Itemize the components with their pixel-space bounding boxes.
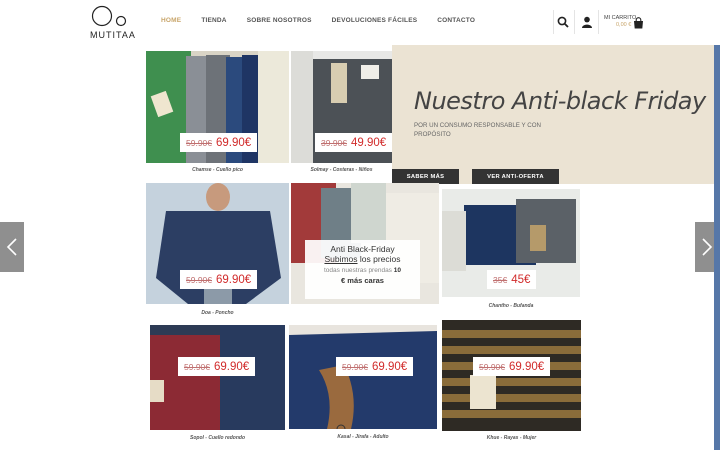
user-icon[interactable] <box>581 15 595 29</box>
product-tile-solmay[interactable]: 39.90€ 49.90€ Solmay - Costeras - Niños <box>291 51 392 179</box>
chevron-right-icon <box>702 238 713 256</box>
nav-item-sobre-nosotros[interactable]: SOBRE NOSOTROS <box>247 17 312 24</box>
promo-line-4: € más caras <box>341 276 384 285</box>
promo-line-2-underlined: Subimos <box>324 254 358 264</box>
product-caption[interactable]: Kasal - Jirafa - Adulto <box>289 434 437 440</box>
old-price: 59.90€ <box>342 361 368 372</box>
search-icon[interactable] <box>557 15 571 29</box>
product-caption[interactable]: Sopol - Cuello redondo <box>150 435 285 441</box>
new-price: 69.90€ <box>214 360 250 373</box>
price-box: 59.90€ 69.90€ <box>180 133 258 152</box>
old-price: 59.90€ <box>186 274 212 285</box>
cart-icon[interactable] <box>633 16 647 30</box>
new-price: 69.90€ <box>372 360 408 373</box>
old-price: 59.90€ <box>479 361 505 372</box>
site-header: MUTITAA HOME TIENDA SOBRE NOSOTROS DEVOL… <box>0 0 720 46</box>
product-caption[interactable]: Khue - Rayas - Mujer <box>442 435 581 441</box>
new-price: 69.90€ <box>216 136 252 149</box>
product-tile-chamse[interactable]: 59.90€ 69.90€ Chamse - Cuello pico <box>146 51 289 179</box>
promo-line-3-number: 10 <box>393 267 401 274</box>
product-tile-khue[interactable]: 59.90€ 69.90€ Khue - Rayas - Mujer <box>442 320 581 445</box>
header-divider <box>574 10 575 34</box>
new-price: 69.90€ <box>216 273 252 286</box>
page-edge-bar <box>714 45 720 450</box>
old-price: 35€ <box>493 274 508 285</box>
new-price: 49.90€ <box>351 136 387 149</box>
brand-logo[interactable]: MUTITAA <box>89 5 136 41</box>
product-tile-sopol[interactable]: 59.90€ 69.90€ Sopol - Cuello redondo <box>150 325 285 445</box>
product-tile-chantho[interactable]: 35€ 45€ Chantho - Bufanda <box>442 189 580 314</box>
header-divider <box>553 10 554 34</box>
price-box: 59.90€ 69.90€ <box>180 270 258 289</box>
saber-mas-button[interactable]: SABER MÁS <box>392 169 459 184</box>
promo-line-1: Anti Black-Friday <box>330 244 395 254</box>
product-caption[interactable]: Doa - Poncho <box>146 310 289 316</box>
cart-amount[interactable]: 0,00 € <box>616 22 631 28</box>
ver-anti-oferta-button[interactable]: VER ANTI-OFERTA <box>472 169 559 184</box>
price-box: 35€ 45€ <box>487 270 537 289</box>
old-price: 39.90€ <box>321 137 347 148</box>
nav-item-home[interactable]: HOME <box>161 17 181 24</box>
new-price: 45€ <box>511 273 531 286</box>
promo-line-2: Subimos los precios <box>305 254 420 264</box>
chevron-left-icon <box>6 238 17 256</box>
price-box: 39.90€ 49.90€ <box>315 133 392 152</box>
product-tile-kasal[interactable]: 59.90€ 69.90€ Kasal - Jirafa - Adulto <box>289 325 437 443</box>
product-caption[interactable]: Solmay - Costeras - Niños <box>291 167 392 173</box>
logo-mark-icon <box>91 5 127 27</box>
nav-item-devoluciones[interactable]: DEVOLUCIONES FÁCILES <box>332 17 418 24</box>
promo-line-2-rest: los precios <box>357 254 401 264</box>
promo-line-3-text: todas nuestras prendas <box>324 267 392 274</box>
product-caption[interactable]: Chamse - Cuello pico <box>146 167 289 173</box>
price-box: 59.90€ 69.90€ <box>178 357 256 376</box>
promo-line-3: todas nuestras prendas 10 <box>305 267 420 274</box>
new-price: 69.90€ <box>509 360 545 373</box>
nav-item-contacto[interactable]: CONTACTO <box>437 17 475 24</box>
hero-title: Nuestro Anti-black Friday <box>414 87 706 115</box>
product-caption[interactable]: Chantho - Bufanda <box>442 303 580 309</box>
promo-card[interactable]: Anti Black-Friday Subimos los precios to… <box>305 240 420 299</box>
main-nav: HOME TIENDA SOBRE NOSOTROS DEVOLUCIONES … <box>161 17 495 24</box>
hero-subtitle: POR UN CONSUMO RESPONSABLE Y CON PROPÓSI… <box>414 122 541 138</box>
logo-text: MUTITAA <box>90 30 136 40</box>
nav-item-tienda[interactable]: TIENDA <box>201 17 226 24</box>
hero-banner: Nuestro Anti-black Friday POR UN CONSUMO… <box>392 45 714 184</box>
carousel-prev-button[interactable] <box>0 222 24 272</box>
cart-label[interactable]: MI CARRITO <box>604 15 636 21</box>
header-divider <box>598 10 599 34</box>
product-tile-doa[interactable]: 59.90€ 69.90€ Doa - Poncho <box>146 183 289 319</box>
product-image <box>150 325 285 430</box>
old-price: 59.90€ <box>186 137 212 148</box>
product-image <box>289 325 437 429</box>
price-box: 59.90€ 69.90€ <box>336 357 414 376</box>
old-price: 59.90€ <box>184 361 210 372</box>
price-box: 59.90€ 69.90€ <box>473 357 551 376</box>
